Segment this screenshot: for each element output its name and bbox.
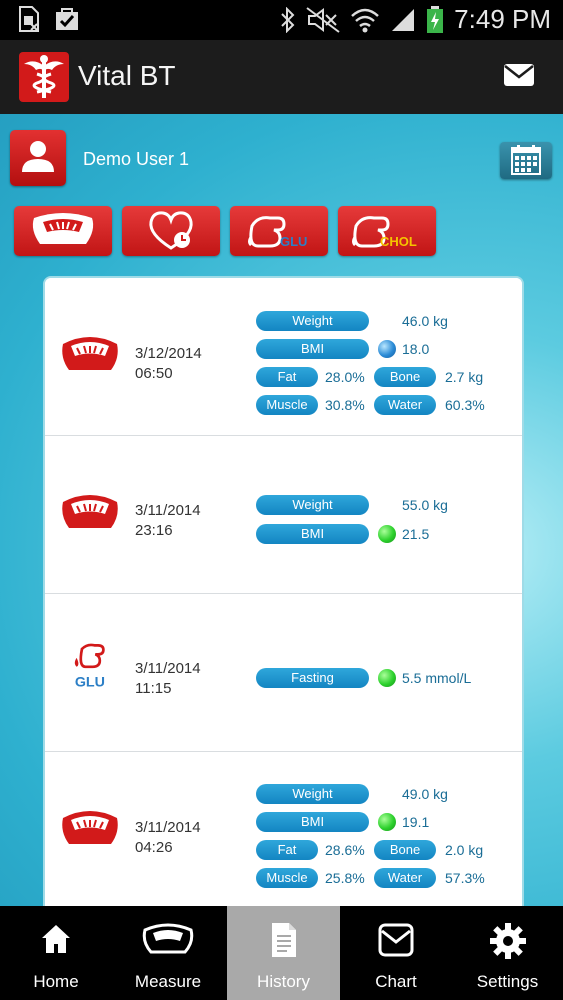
nav-settings-label: Settings <box>476 972 539 991</box>
cholesterol-icon-label: CHOL <box>380 234 417 249</box>
calendar-icon <box>511 145 541 175</box>
muscle-label: Muscle <box>256 868 318 888</box>
record-time: 06:50 <box>135 365 173 382</box>
fat-label: Fat <box>256 367 318 387</box>
record-time: 11:15 <box>135 680 172 697</box>
wifi-icon <box>351 8 380 32</box>
nav-chart[interactable]: Chart <box>340 906 452 1000</box>
bmi-label: BMI <box>256 339 369 359</box>
history-record[interactable]: 3/11/2014 23:16 Weight 55.0 kg BMI 21.5 <box>45 436 522 594</box>
fat-label: Fat <box>256 840 318 860</box>
bmi-label: BMI <box>256 812 369 832</box>
glucose-icon-label: GLU <box>280 234 307 249</box>
category-cholesterol-button[interactable]: CHOL <box>338 206 436 256</box>
bottom-nav: Home Measure History Chart Settings <box>0 906 563 1000</box>
fat-value: 28.6% <box>325 842 365 858</box>
scale-icon <box>62 337 118 370</box>
nav-home-label: Home <box>33 972 79 991</box>
record-time: 23:16 <box>135 522 173 539</box>
record-date: 3/12/2014 <box>135 345 202 362</box>
mail-button[interactable] <box>503 62 535 92</box>
weight-label: Weight <box>256 311 369 331</box>
record-date: 3/11/2014 <box>135 819 201 836</box>
history-list[interactable]: 3/12/2014 06:50 Weight 46.0 kg BMI 18.0 … <box>43 276 524 906</box>
fat-value: 28.0% <box>325 369 365 385</box>
bmi-value: 21.5 <box>402 526 430 542</box>
water-value: 57.3% <box>445 870 485 886</box>
nav-history[interactable]: History <box>227 906 340 1000</box>
mute-icon <box>306 6 340 33</box>
history-record[interactable]: GLU 3/11/2014 11:15 Fasting 5.5 mmol/L <box>45 594 522 752</box>
water-label: Water <box>374 395 436 415</box>
water-label: Water <box>374 868 436 888</box>
glucose-icon: GLU <box>74 643 105 690</box>
history-record[interactable]: 3/11/2014 04:26 Weight 49.0 kg BMI 19.1 … <box>45 752 522 906</box>
bone-label: Bone <box>374 367 436 387</box>
weight-label: Weight <box>256 784 369 804</box>
bmi-status-indicator <box>378 813 396 831</box>
person-icon <box>22 141 54 172</box>
nav-history-label: History <box>257 972 310 991</box>
nav-measure[interactable]: Measure <box>112 906 224 1000</box>
bmi-value: 19.1 <box>402 814 430 830</box>
calendar-button[interactable] <box>500 142 552 179</box>
muscle-value: 25.8% <box>325 870 365 886</box>
fasting-value: 5.5 mmol/L <box>402 670 472 686</box>
caduceus-icon <box>24 55 64 98</box>
app-bar: Vital BT <box>0 40 563 115</box>
glucose-record-label: GLU <box>75 674 105 690</box>
record-date: 3/11/2014 <box>135 660 201 677</box>
bmi-value: 18.0 <box>402 341 430 357</box>
status-bar: 7:49 PM <box>0 0 563 40</box>
muscle-label: Muscle <box>256 395 318 415</box>
user-name: Demo User 1 <box>83 149 190 169</box>
muscle-value: 30.8% <box>325 397 365 413</box>
mail-icon <box>504 64 534 86</box>
bag-check-icon <box>56 8 78 30</box>
glucose-icon: GLU <box>248 216 307 249</box>
history-content: Demo User 1 GLU CHOL 3/12/2014 06:50 Wei… <box>0 114 563 906</box>
weight-value: 55.0 kg <box>402 497 448 513</box>
record-date: 3/11/2014 <box>135 502 201 519</box>
weight-value: 46.0 kg <box>402 313 448 329</box>
bluetooth-icon <box>281 6 295 33</box>
home-icon <box>42 925 70 953</box>
nav-chart-label: Chart <box>375 972 417 991</box>
bone-label: Bone <box>374 840 436 860</box>
battery-icon <box>427 5 444 33</box>
heart-clock-icon <box>149 211 193 250</box>
cholesterol-icon: CHOL <box>352 216 417 249</box>
bmi-status-indicator <box>378 340 396 358</box>
fasting-label: Fasting <box>256 668 369 688</box>
scale-icon <box>62 495 118 528</box>
chart-envelope-icon <box>378 923 414 957</box>
signal-icon <box>392 8 415 31</box>
water-value: 60.3% <box>445 397 485 413</box>
bone-value: 2.0 kg <box>445 842 484 858</box>
sim-card-icon <box>19 6 39 32</box>
nav-home[interactable]: Home <box>0 906 112 1000</box>
scale-icon <box>142 923 194 954</box>
user-avatar-button[interactable] <box>10 130 66 186</box>
app-logo <box>19 52 69 102</box>
status-time: 7:49 PM <box>454 4 551 34</box>
gear-icon <box>489 923 526 959</box>
bmi-status-indicator <box>378 525 396 543</box>
app-title: Vital BT <box>78 60 176 91</box>
nav-settings[interactable]: Settings <box>452 906 563 1000</box>
document-icon <box>271 923 296 957</box>
category-scale-button[interactable] <box>14 206 112 256</box>
nav-measure-label: Measure <box>134 972 202 991</box>
fasting-status-indicator <box>378 669 396 687</box>
scale-icon <box>32 213 94 244</box>
weight-label: Weight <box>256 495 369 515</box>
weight-value: 49.0 kg <box>402 786 448 802</box>
category-glucose-button[interactable]: GLU <box>230 206 328 256</box>
bmi-label: BMI <box>256 524 369 544</box>
bone-value: 2.7 kg <box>445 369 484 385</box>
category-blood-pressure-button[interactable] <box>122 206 220 256</box>
scale-icon <box>62 811 118 844</box>
record-time: 04:26 <box>135 839 173 856</box>
history-record[interactable]: 3/12/2014 06:50 Weight 46.0 kg BMI 18.0 … <box>45 278 522 436</box>
